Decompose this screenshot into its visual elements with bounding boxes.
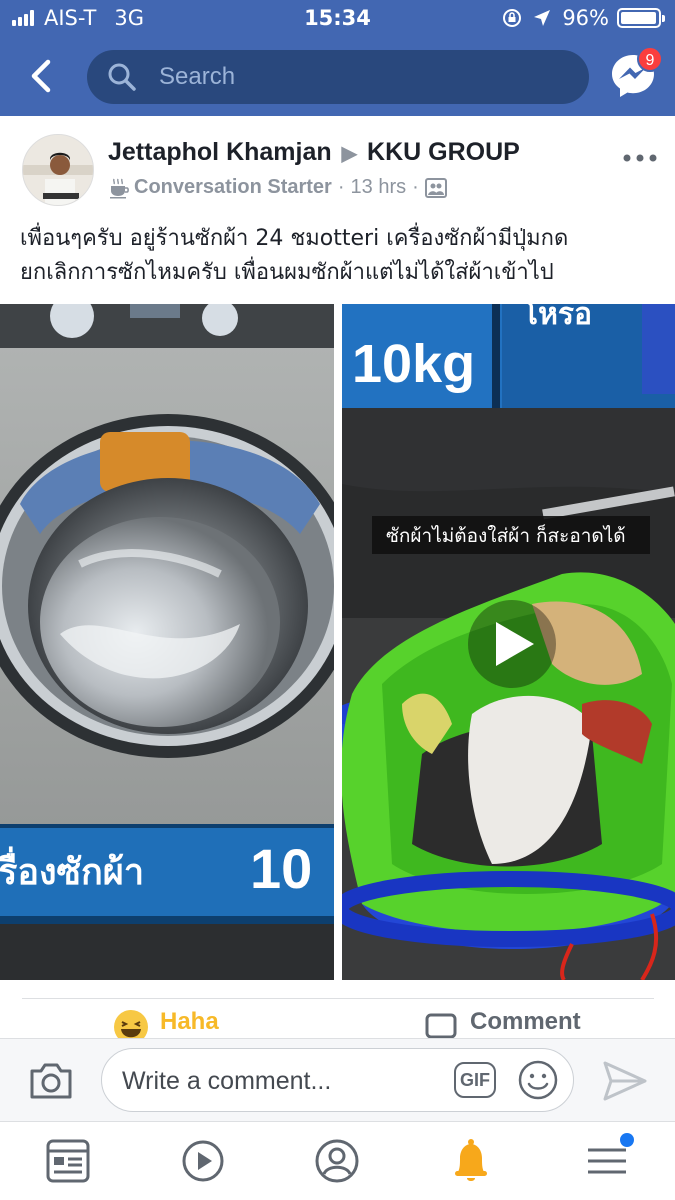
back-arrow-icon[interactable] <box>22 52 62 100</box>
comment-input[interactable] <box>122 1061 442 1101</box>
comment-composer: GIF <box>0 1038 675 1122</box>
orientation-lock-icon <box>503 9 522 27</box>
laundry-basket-video[interactable]: 10kg โหรอ ซักผ้าไม่ต้องใส่ผ้า ก็สะอาดได้ <box>342 304 675 980</box>
battery-percent: 96% <box>562 6 609 30</box>
post-header: Jettaphol Khamjan ▶ KKU GROUP Conversation… <box>0 128 675 208</box>
shared-to-arrow-icon: ▶ <box>341 143 358 165</box>
post-text-line: เพื่อนๆครับ อยู่ร้านซักผ้า 24 ชมotteri เ… <box>20 226 569 251</box>
washing-machine-photo[interactable]: รื่องซักผ้า 10 <box>0 304 334 980</box>
camera-icon[interactable] <box>28 1061 74 1101</box>
avatar-photo <box>23 135 93 205</box>
notifications-bell-icon[interactable] <box>446 1136 496 1186</box>
search-input[interactable] <box>159 63 539 91</box>
post-text-line: ยกเลิกการซักไหมครับ เพื่อนผมซักผ้าแต่ไม่… <box>20 260 554 285</box>
status-bar: AIS-T 3G 15:34 96% <box>0 0 675 38</box>
machine-label-text: รื่องซักผ้า <box>0 846 144 893</box>
author-line: Jettaphol Khamjan ▶ KKU GROUP <box>108 138 520 167</box>
send-icon[interactable] <box>601 1059 649 1103</box>
profile-icon[interactable] <box>312 1136 362 1186</box>
gif-button[interactable]: GIF <box>454 1062 496 1098</box>
author-avatar[interactable] <box>22 134 94 206</box>
haha-reaction-button[interactable]: Haha <box>112 1008 219 1038</box>
group-audience-icon <box>424 177 447 198</box>
post-timestamp[interactable]: 13 hrs <box>351 176 407 199</box>
watch-video-icon[interactable] <box>178 1136 228 1186</box>
search-bar[interactable] <box>87 50 589 104</box>
top-navigation-bar: AIS-T 3G 15:34 96% Search 9 <box>0 0 675 116</box>
post-body-text: เพื่อนๆครับ อยู่ร้านซักผ้า 24 ชมotteri เ… <box>20 222 660 290</box>
conversation-starter-badge: Conversation Starter <box>134 176 332 198</box>
post-meta: Conversation Starter · 13 hrs · <box>108 176 447 199</box>
emoji-icon[interactable] <box>517 1059 559 1101</box>
coffee-cup-icon <box>110 178 129 198</box>
more-options-icon[interactable] <box>620 148 660 168</box>
search-icon <box>108 63 136 91</box>
status-right: 96% <box>502 6 665 30</box>
messenger-notification-badge: 9 <box>637 46 663 72</box>
video-caption: ซักผ้าไม่ต้องใส่ผ้า ก็สะอาดได้ <box>386 523 626 547</box>
haha-label: Haha <box>160 1008 219 1035</box>
menu-notification-dot <box>620 1133 634 1147</box>
post-media: รื่องซักผ้า 10 10kg โหรอ ซักผ้าไม่ต้องใส… <box>0 304 675 980</box>
haha-emoji-icon <box>114 1010 148 1038</box>
sign-text: โหรอ <box>521 304 592 332</box>
comment-button[interactable]: Comment <box>424 1008 581 1038</box>
comment-field[interactable]: GIF <box>101 1048 574 1112</box>
post-action-bar: Haha Comment <box>0 1008 675 1038</box>
battery-icon <box>617 8 665 28</box>
comment-bubble-icon <box>425 1013 457 1038</box>
bottom-tab-bar <box>0 1122 675 1200</box>
location-arrow-icon <box>534 10 551 26</box>
kg-label-text: 10kg <box>352 334 475 394</box>
group-name[interactable]: KKU GROUP <box>367 138 520 166</box>
author-name[interactable]: Jettaphol Khamjan <box>108 138 332 166</box>
comment-label: Comment <box>470 1008 581 1035</box>
post-divider <box>22 998 654 999</box>
news-feed-icon[interactable] <box>43 1136 93 1186</box>
machine-size-text: 10 <box>250 837 312 900</box>
